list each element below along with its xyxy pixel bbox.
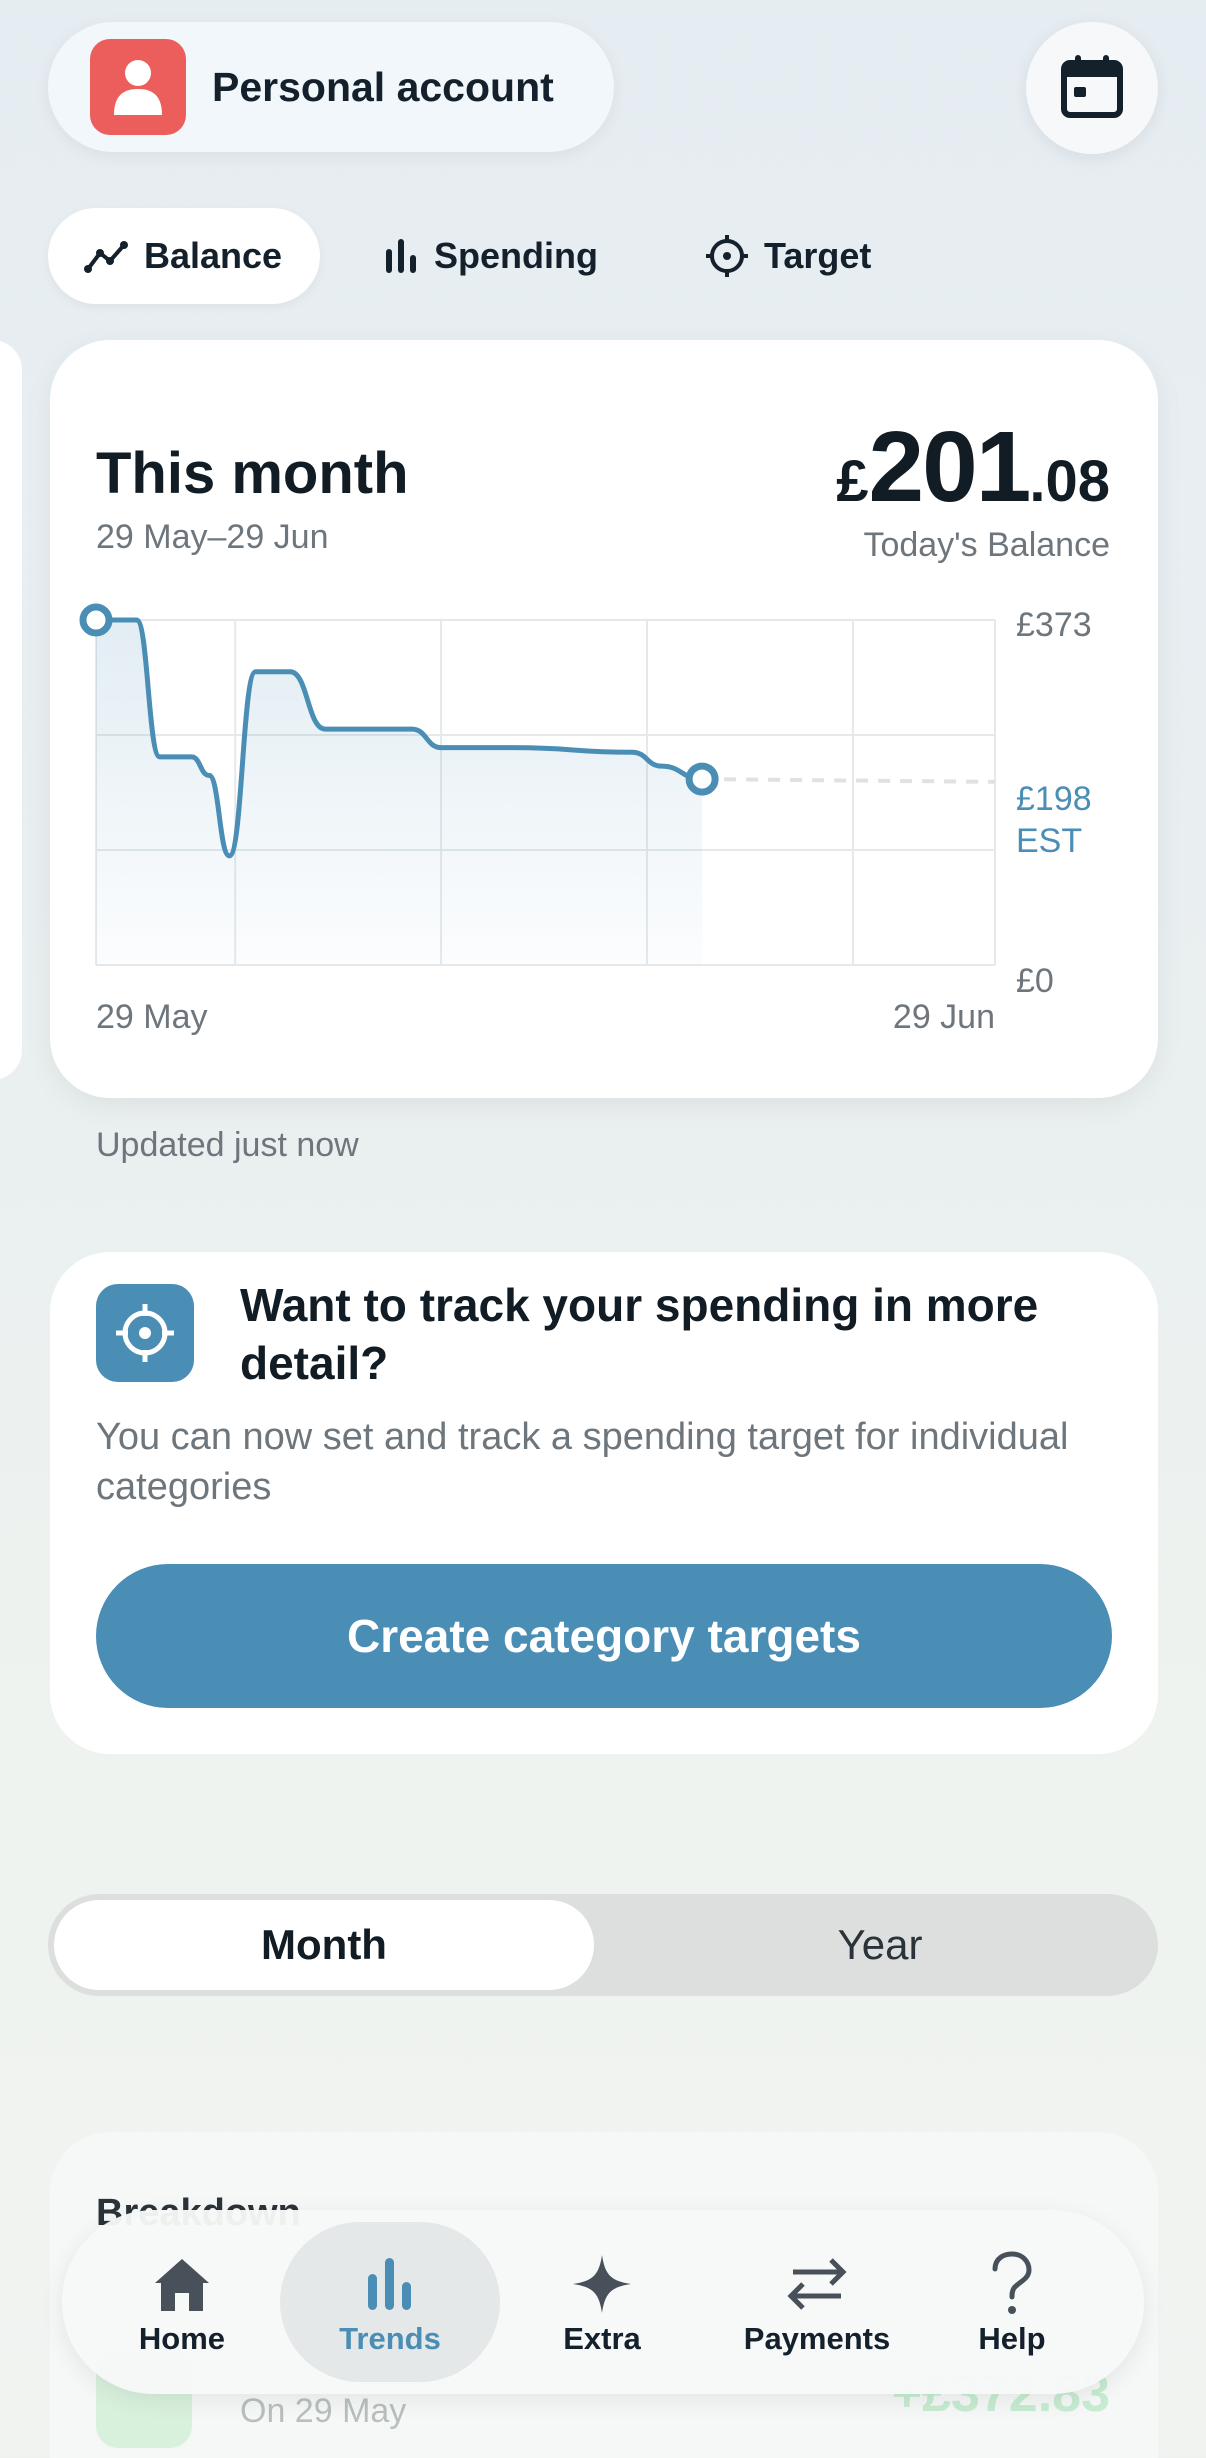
updated-status: Updated just now (96, 1126, 359, 1164)
period-toggle: Month Year (48, 1894, 1158, 1996)
y-tick-label: £373 (1016, 606, 1092, 644)
nav-payments[interactable]: Payments (692, 2222, 942, 2382)
tab-spending[interactable]: Spending (384, 208, 598, 304)
question-mark-icon (989, 2247, 1035, 2321)
balance-area (96, 620, 703, 965)
period-year-option[interactable]: Year (608, 1900, 1152, 1990)
tab-balance[interactable]: Balance (48, 208, 320, 304)
sparkle-icon (571, 2247, 633, 2321)
nav-payments-label: Payments (743, 2321, 891, 2356)
category-targets-promo: Want to track your spending in more deta… (50, 1252, 1158, 1754)
nav-home[interactable]: Home (82, 2222, 282, 2382)
calendar-icon (1060, 53, 1124, 124)
estimate-value-label: £198 (1016, 780, 1092, 818)
tab-balance-label: Balance (144, 235, 283, 276)
nav-trends-label: Trends (339, 2321, 441, 2356)
period-month-option[interactable]: Month (54, 1900, 594, 1990)
transfer-arrows-icon (783, 2247, 851, 2321)
nav-help-label: Help (978, 2321, 1046, 2356)
x-tick-label: 29 Jun (893, 998, 995, 1036)
account-switcher[interactable]: Personal account (48, 22, 614, 152)
y-tick-label: £0 (1016, 962, 1054, 1000)
nav-extra-label: Extra (563, 2321, 641, 2356)
estimate-line (702, 777, 996, 784)
home-icon (151, 2247, 213, 2321)
tab-spending-label: Spending (434, 235, 598, 276)
account-label: Personal account (212, 63, 554, 110)
balance-line-chart: £373 £0 £198 EST 29 May 29 Jun (79, 603, 1092, 1036)
nav-help[interactable]: Help (912, 2222, 1112, 2382)
trend-line-icon (84, 239, 128, 273)
previous-card-peek[interactable] (0, 340, 22, 1080)
nav-trends[interactable]: Trends (280, 2222, 500, 2382)
balance-chart-card[interactable]: This month 29 May–29 Jun £ 201 .08 Today… (50, 340, 1158, 1098)
bar-chart-icon (384, 237, 418, 275)
transaction-date: On 29 May (240, 2392, 407, 2430)
nav-home-label: Home (138, 2321, 226, 2356)
nav-extra[interactable]: Extra (502, 2222, 702, 2382)
estimate-tag-label: EST (1016, 822, 1082, 860)
person-icon (90, 39, 186, 135)
today-point (685, 762, 719, 796)
bottom-navigation: Home Trends Extra Payments Help (62, 2210, 1144, 2394)
calendar-button[interactable] (1026, 22, 1158, 154)
crosshair-icon (96, 1284, 194, 1382)
create-category-targets-button[interactable]: Create category targets (96, 1564, 1112, 1708)
tab-target[interactable]: Target (706, 208, 871, 304)
start-point (79, 603, 113, 637)
promo-body: You can now set and track a spending tar… (96, 1416, 1069, 1508)
x-tick-label: 29 May (96, 998, 208, 1036)
promo-title: Want to track your spending in more deta… (240, 1279, 1039, 1389)
crosshair-icon (706, 235, 748, 277)
bar-chart-icon (366, 2247, 414, 2321)
tab-target-label: Target (764, 235, 872, 276)
